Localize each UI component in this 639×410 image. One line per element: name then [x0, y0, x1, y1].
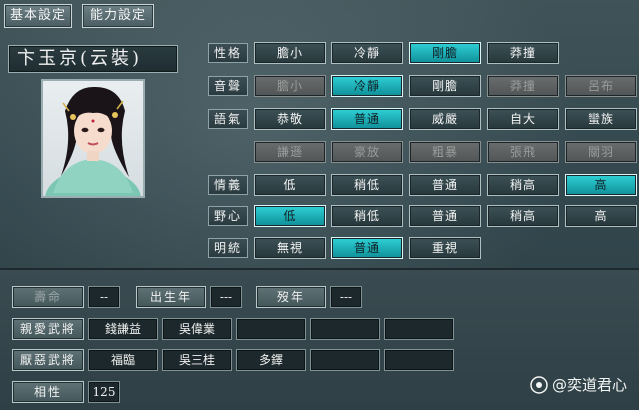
- option-personality-3[interactable]: 莽撞: [487, 42, 559, 64]
- disliked-general-slot[interactable]: [384, 349, 454, 371]
- disliked-general-slot[interactable]: 福臨: [88, 349, 158, 371]
- option-tone2-0: 謙遜: [254, 141, 326, 163]
- option-voice-3: 莽撞: [487, 75, 559, 97]
- liked-generals-label: 親愛武將: [12, 318, 84, 340]
- tab-ability-settings[interactable]: 能力設定: [82, 4, 154, 28]
- option-ambition-2[interactable]: 普通: [409, 205, 481, 227]
- option-voice-0: 膽小: [254, 75, 326, 97]
- character-portrait: [41, 79, 145, 198]
- option-voice-2[interactable]: 剛膽: [409, 75, 481, 97]
- disliked-general-slot[interactable]: [310, 349, 380, 371]
- option-tone-3[interactable]: 自大: [487, 108, 559, 130]
- option-tone-1[interactable]: 普通: [331, 108, 403, 130]
- lifespan-value[interactable]: --: [88, 286, 120, 308]
- lifespan-label: 壽命: [12, 286, 84, 308]
- disliked-general-slot[interactable]: 多鐸: [236, 349, 306, 371]
- row-label-ambition: 野心: [208, 206, 248, 226]
- option-personality-2[interactable]: 剛膽: [409, 42, 481, 64]
- option-loyalty-3[interactable]: 稍高: [487, 174, 559, 196]
- option-tone2-4: 關羽: [565, 141, 637, 163]
- character-name-field[interactable]: 卞玉京(云裝): [8, 45, 178, 73]
- option-tone-4[interactable]: 蠻族: [565, 108, 637, 130]
- option-voice-4: 呂布: [565, 75, 637, 97]
- option-enlightened-0[interactable]: 無視: [254, 237, 326, 259]
- option-loyalty-0[interactable]: 低: [254, 174, 326, 196]
- option-ambition-0[interactable]: 低: [254, 205, 326, 227]
- liked-general-slot[interactable]: 錢謙益: [88, 318, 158, 340]
- option-loyalty-4[interactable]: 高: [565, 174, 637, 196]
- liked-general-slot[interactable]: [236, 318, 306, 340]
- row-label-loyalty: 情義: [208, 175, 248, 195]
- compatibility-label: 相性: [12, 381, 84, 403]
- liked-general-slot[interactable]: [384, 318, 454, 340]
- portrait-illustration: [45, 86, 141, 196]
- option-tone-0[interactable]: 恭敬: [254, 108, 326, 130]
- death-year-value[interactable]: ---: [330, 286, 362, 308]
- option-enlightened-2[interactable]: 重視: [409, 237, 481, 259]
- watermark-text: @奕道君心: [551, 376, 627, 394]
- birth-year-value[interactable]: ---: [210, 286, 242, 308]
- option-ambition-3[interactable]: 稍高: [487, 205, 559, 227]
- option-ambition-4[interactable]: 高: [565, 205, 637, 227]
- row-label-voice: 音聲: [208, 76, 248, 96]
- option-tone2-2: 粗暴: [409, 141, 481, 163]
- compatibility-value[interactable]: 125: [88, 381, 120, 403]
- birth-year-label: 出生年: [136, 286, 206, 308]
- option-personality-0[interactable]: 膽小: [254, 42, 326, 64]
- option-loyalty-1[interactable]: 稍低: [331, 174, 403, 196]
- disliked-generals-label: 厭惡武將: [12, 349, 84, 371]
- death-year-label: 歿年: [256, 286, 326, 308]
- row-label-personality: 性格: [208, 43, 248, 63]
- option-tone2-3: 張飛: [487, 141, 559, 163]
- watermark: @奕道君心: [530, 374, 627, 396]
- row-label-enlightened: 明統: [208, 238, 248, 258]
- option-personality-1[interactable]: 冷靜: [331, 42, 403, 64]
- watermark-logo-icon: [530, 376, 548, 394]
- liked-general-slot[interactable]: [310, 318, 380, 340]
- option-enlightened-1[interactable]: 普通: [331, 237, 403, 259]
- liked-general-slot[interactable]: 吳偉業: [162, 318, 232, 340]
- row-label-tone: 語氣: [208, 109, 248, 129]
- tab-basic-settings[interactable]: 基本設定: [4, 4, 72, 28]
- option-voice-1[interactable]: 冷靜: [331, 75, 403, 97]
- option-tone2-1: 豪放: [331, 141, 403, 163]
- option-tone-2[interactable]: 威嚴: [409, 108, 481, 130]
- option-ambition-1[interactable]: 稍低: [331, 205, 403, 227]
- disliked-general-slot[interactable]: 吳三桂: [162, 349, 232, 371]
- option-loyalty-2[interactable]: 普通: [409, 174, 481, 196]
